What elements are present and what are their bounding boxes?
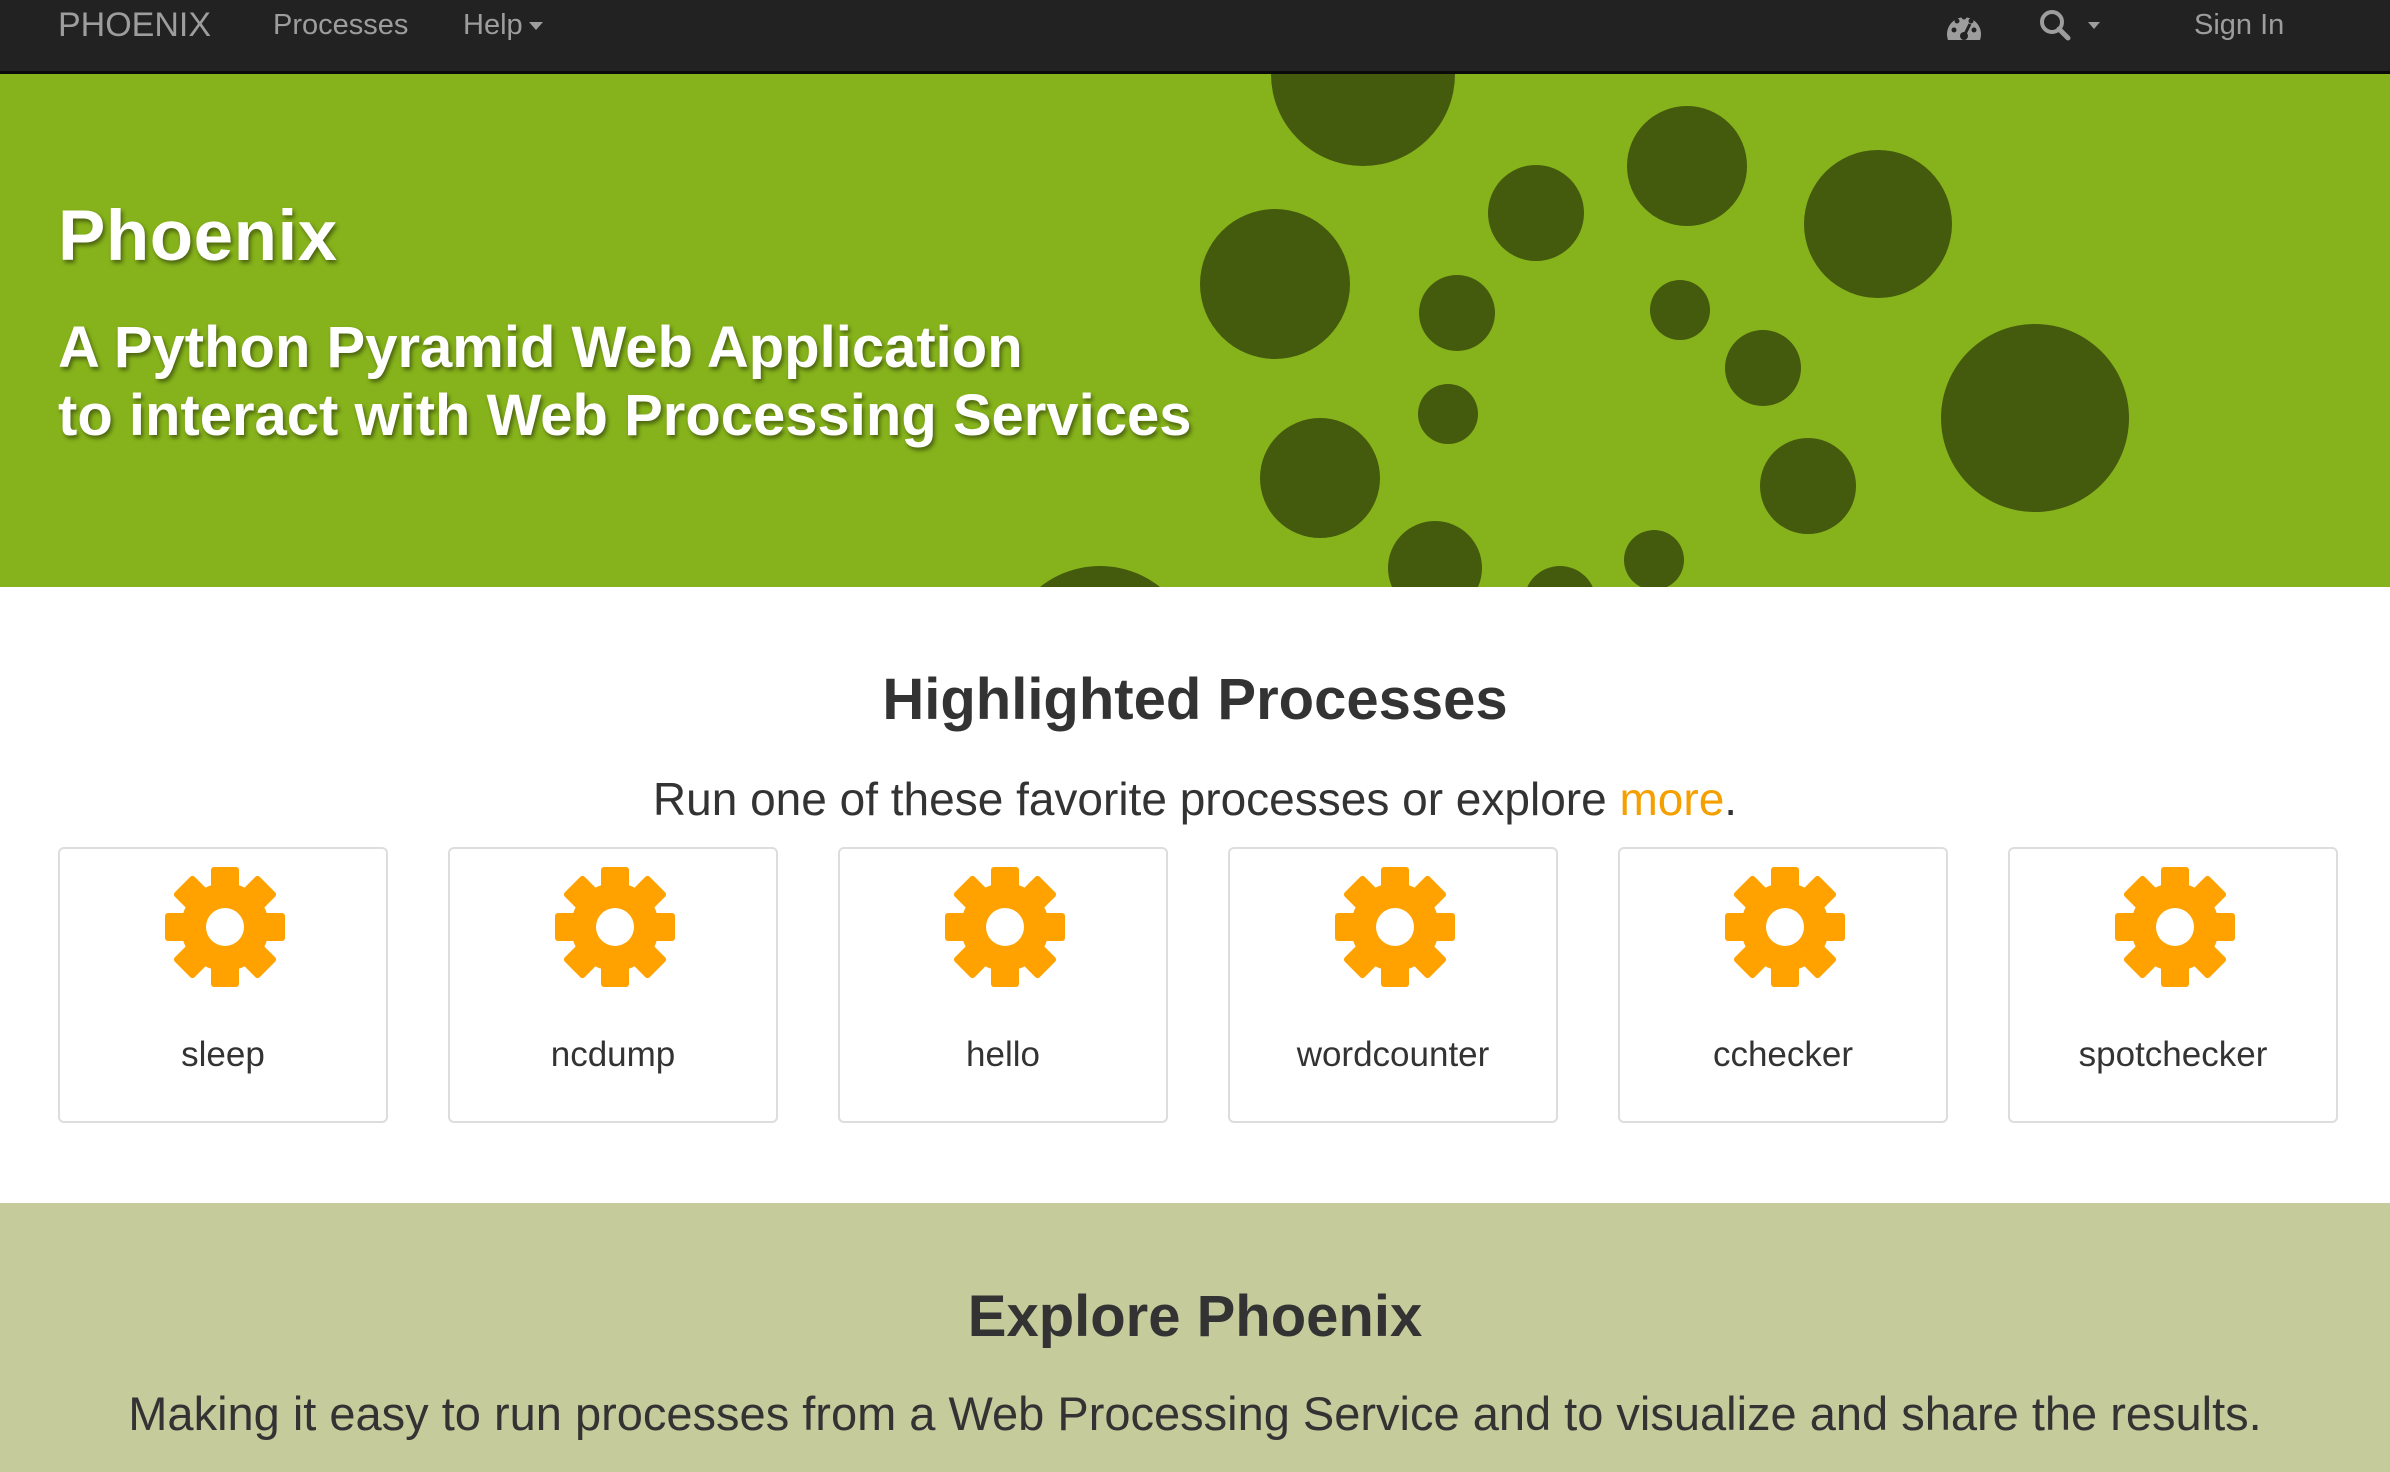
highlighted-processes-title: Highlighted Processes [882,667,1508,732]
gear-icon [2113,865,2237,989]
process-label: sleep [181,1035,265,1074]
nav-processes-link[interactable]: Processes [273,0,408,50]
explore-more-link[interactable]: more [1619,773,1724,825]
top-navbar: PHOENIX Processes Help Sign In [0,0,2390,74]
gear-icon [943,865,1067,989]
process-label: wordcounter [1296,1035,1490,1074]
hero-subtitle-line1: A Python Pyramid Web Application [58,315,1023,380]
process-label: hello [966,1035,1040,1074]
caret-down-icon [2088,22,2100,29]
gear-icon [1333,865,1457,989]
process-card-hello[interactable]: hello [838,847,1168,1123]
process-card-cchecker[interactable]: cchecker [1618,847,1948,1123]
lead-period: . [1724,773,1738,825]
gear-icon [553,865,677,989]
dashboard-icon[interactable] [1944,10,1984,44]
hero-subtitle-line2: to interact with Web Processing Services [58,383,1192,448]
search-icon [2040,10,2071,41]
process-cards: sleep ncdump hello wordcounter cchecker … [58,847,2338,1123]
gear-icon [1723,865,1847,989]
explore-title: Explore Phoenix [967,1284,1423,1349]
hero-title: Phoenix [58,197,338,276]
process-label: ncdump [550,1035,676,1074]
process-card-ncdump[interactable]: ncdump [448,847,778,1123]
lead-text: Run one of these favorite processes or e… [652,773,1620,825]
nav-help-dropdown[interactable]: Help [463,0,543,50]
hero-subtitle: A Python Pyramid Web Application to inte… [58,314,1192,450]
nav-help-label: Help [463,9,523,41]
process-label: spotchecker [2078,1035,2268,1074]
highlighted-processes-lead: Run one of these favorite processes or e… [0,772,2390,826]
process-card-wordcounter[interactable]: wordcounter [1228,847,1558,1123]
explore-lead: Making it easy to run processes from a W… [128,1387,2262,1440]
caret-down-icon [528,22,543,31]
process-card-sleep[interactable]: sleep [58,847,388,1123]
search-dropdown[interactable] [2038,8,2118,44]
process-label: cchecker [1712,1035,1854,1074]
hero-banner: Phoenix A Python Pyramid Web Application… [0,74,2390,587]
gear-icon [163,865,287,989]
explore-section: Explore Phoenix Making it easy to run pr… [0,1203,2390,1472]
sign-in-link[interactable]: Sign In [2194,0,2284,50]
process-card-spotchecker[interactable]: spotchecker [2008,847,2338,1123]
brand-link[interactable]: PHOENIX [58,0,211,50]
